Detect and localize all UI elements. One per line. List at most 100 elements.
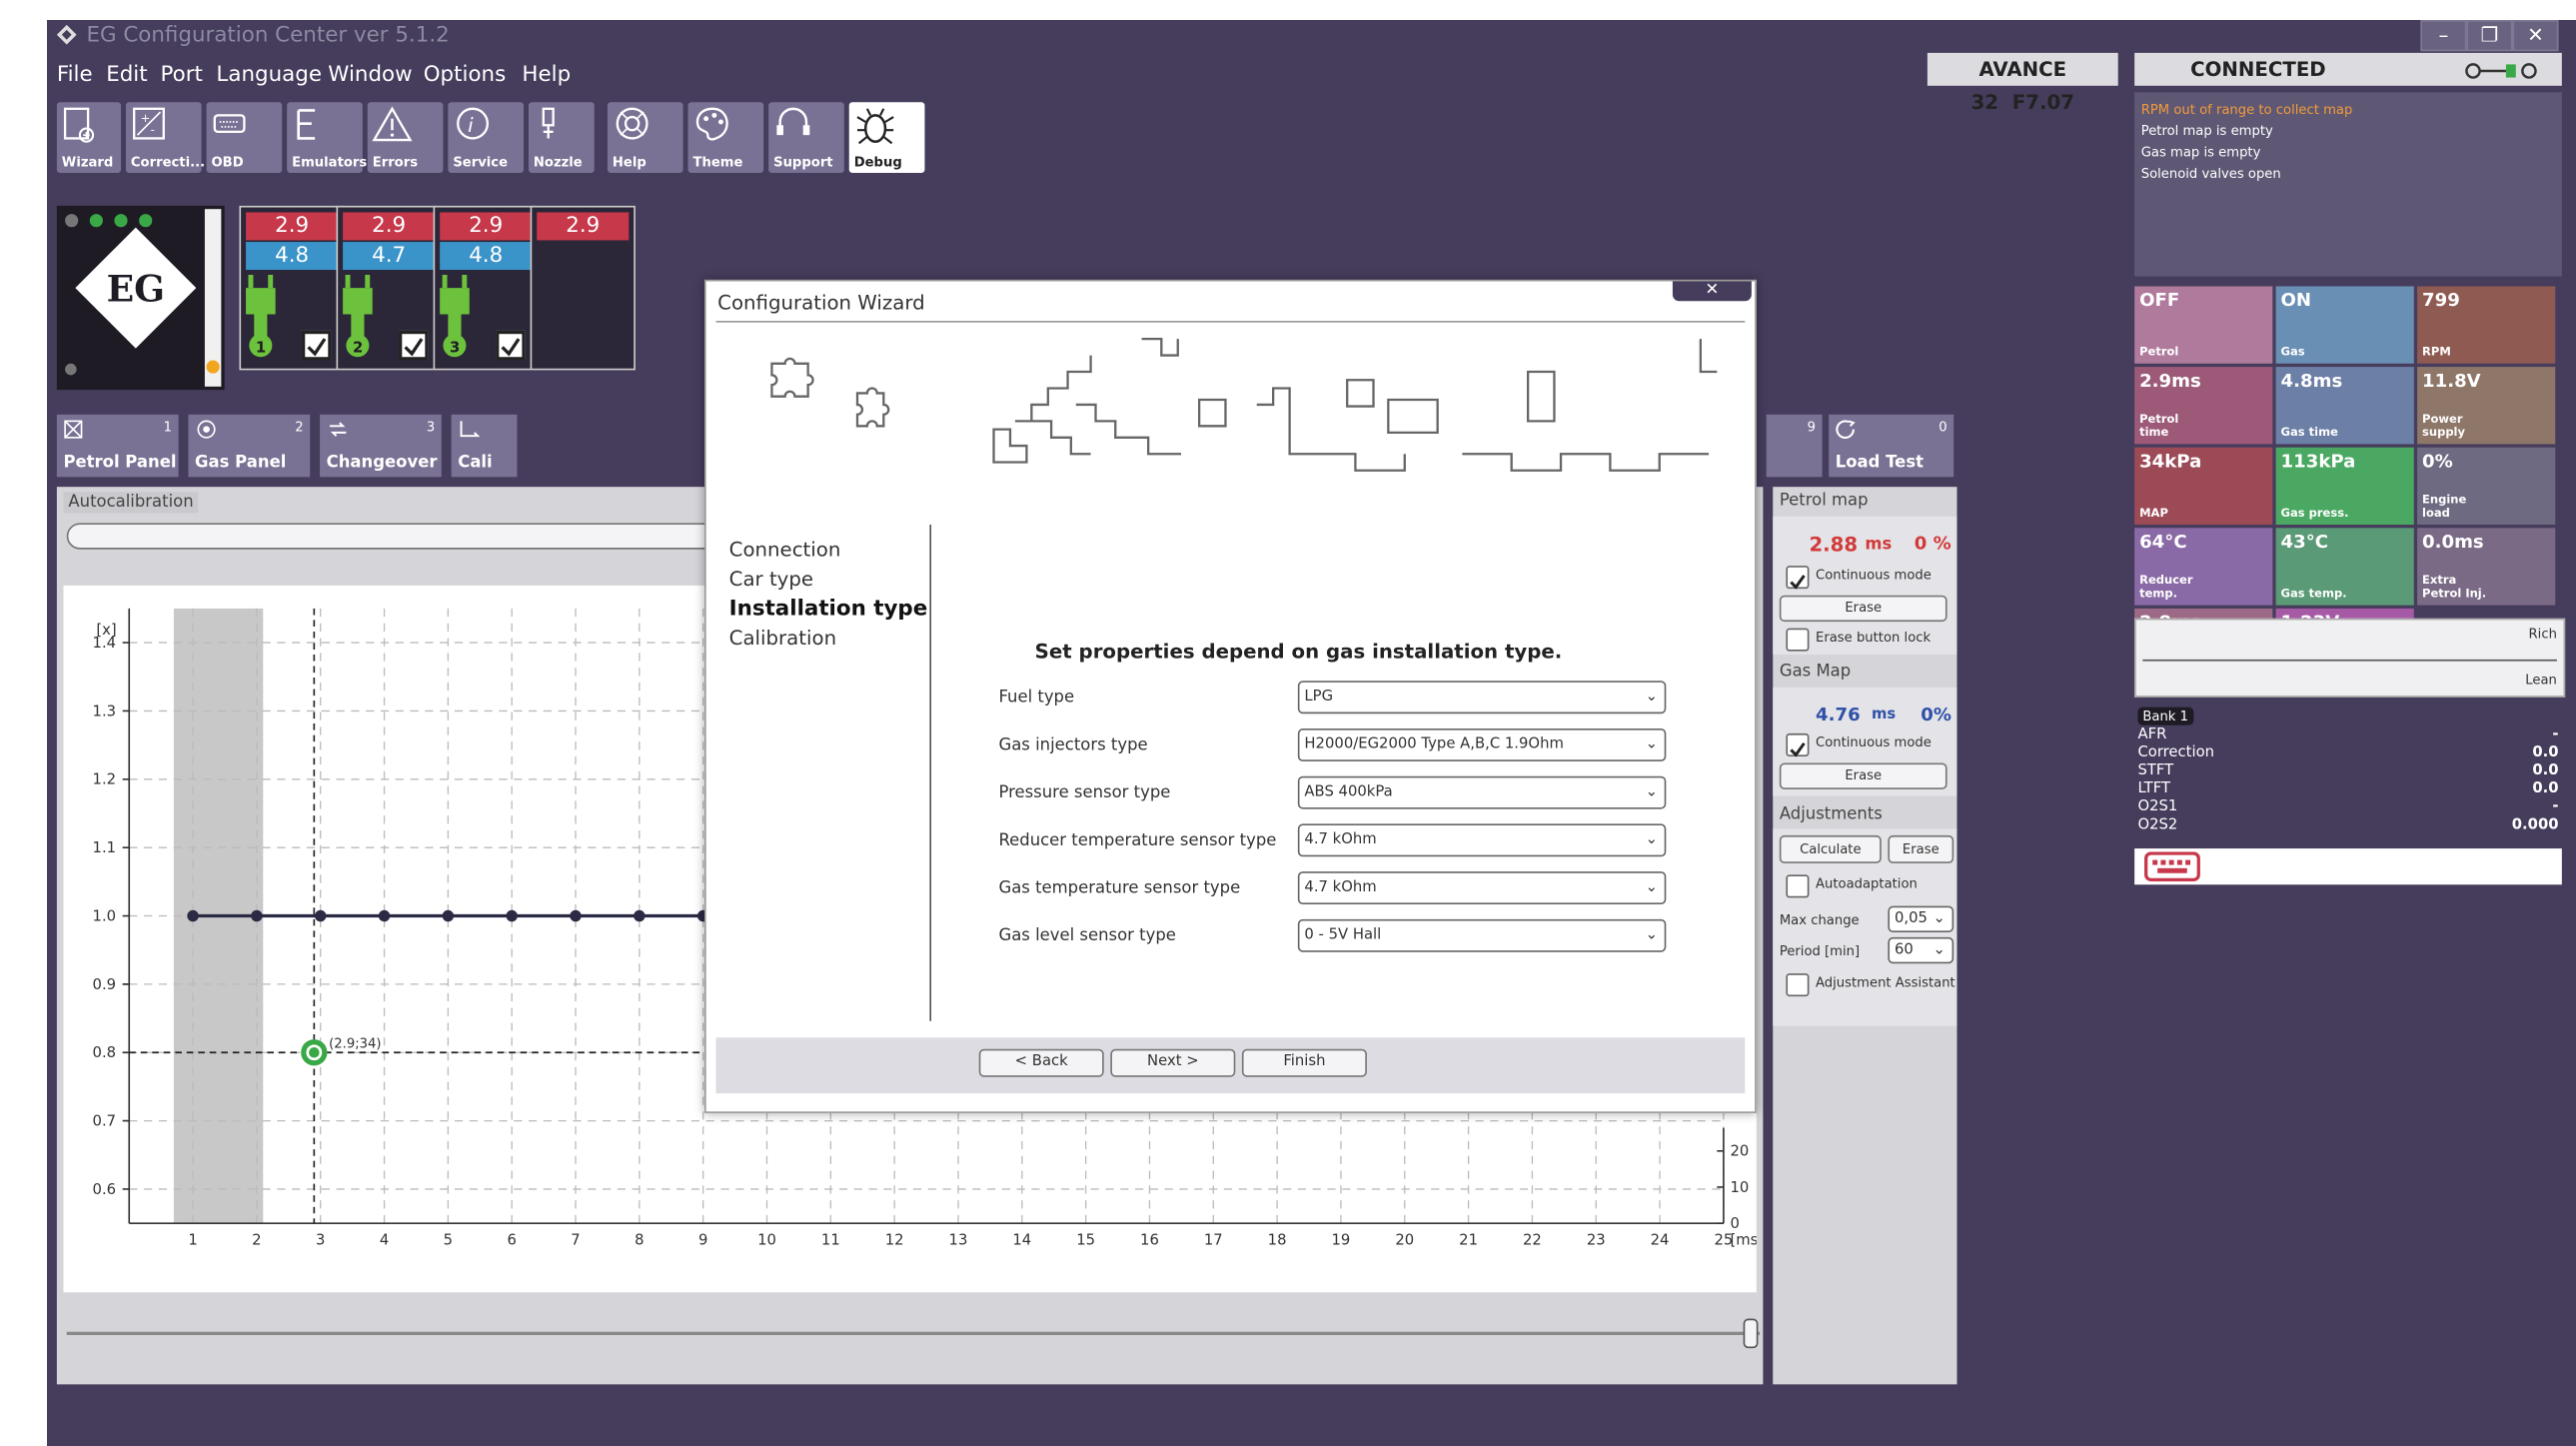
chevron-down-icon: ⌄ bbox=[1645, 927, 1659, 944]
reducer-temp-sensor-type-select[interactable]: 4.7 kOhm ⌄ bbox=[1297, 823, 1667, 857]
ecu-status-panel: EG bbox=[56, 205, 225, 391]
gas-map-unit: ms bbox=[1871, 707, 1897, 724]
tab-gas-panel[interactable]: 2 Gas Panel bbox=[188, 414, 311, 478]
tab-label: Load Test bbox=[1835, 454, 1924, 473]
tab-label: Gas Panel bbox=[195, 454, 287, 473]
connection-status[interactable]: CONNECTED bbox=[2134, 52, 2562, 86]
load-test-icon bbox=[1836, 420, 1856, 439]
lambda-lean-label: Lean bbox=[2525, 673, 2557, 688]
menu-port[interactable]: Port bbox=[161, 63, 203, 88]
maximize-button[interactable]: ❐ bbox=[2466, 20, 2513, 52]
autoadaptation-checkbox[interactable] bbox=[1786, 874, 1810, 898]
toolbar-emulators-button[interactable]: Emulators bbox=[287, 102, 367, 173]
toolbar-obd-button[interactable]: OBD bbox=[206, 102, 283, 173]
cursor-marker bbox=[301, 1039, 328, 1066]
status-message: RPM out of range to collect map bbox=[2140, 102, 2353, 118]
bank-title: Bank 1 bbox=[2137, 707, 2193, 725]
tile-label: Petrol bbox=[2139, 345, 2179, 359]
max-change-select[interactable]: 0,05 ⌄ bbox=[1888, 905, 1954, 932]
help-icon bbox=[616, 107, 648, 140]
tab-label: Petrol Panel bbox=[63, 454, 177, 473]
menu-edit[interactable]: Edit bbox=[106, 63, 147, 88]
petrol-map-erase-button[interactable]: Erase bbox=[1779, 595, 1947, 623]
close-button[interactable]: ✕ bbox=[2512, 20, 2559, 52]
eg-logo: EG bbox=[106, 268, 166, 312]
tile-value: 43°C bbox=[2280, 531, 2329, 553]
gas-injector-icon: 1 bbox=[246, 274, 276, 358]
toolbar-help-button[interactable]: Help bbox=[607, 102, 683, 173]
tile-label: Gas press. bbox=[2280, 506, 2349, 521]
wizard-finish-button[interactable]: Finish bbox=[1241, 1048, 1367, 1077]
menu-file[interactable]: File bbox=[57, 63, 93, 88]
y-axis-label: [x] bbox=[96, 622, 116, 639]
zoom-slider-handle[interactable] bbox=[1743, 1318, 1759, 1349]
petrol-continuous-label: Continuous mode bbox=[1816, 567, 1932, 583]
tab-calibration[interactable]: Cali bbox=[451, 414, 518, 478]
adjustments-erase-button[interactable]: Erase bbox=[1888, 834, 1954, 863]
injector-cylinder-4[interactable]: 2.9 bbox=[530, 205, 636, 375]
wizard-step-calibration[interactable]: Calibration bbox=[729, 627, 836, 650]
pressure-sensor-type-select[interactable]: ABS 400kPa ⌄ bbox=[1297, 775, 1667, 809]
toolbar-correction-button[interactable]: + - Correcti... bbox=[125, 102, 205, 173]
series-point bbox=[570, 909, 582, 922]
checkmark-icon bbox=[1790, 575, 1806, 590]
keyboard-icon[interactable] bbox=[2144, 851, 2200, 881]
wizard-close-button[interactable]: ✕ bbox=[1672, 281, 1752, 302]
tab-changeover[interactable]: 3 Changeover bbox=[320, 414, 442, 478]
wizard-step-car-type[interactable]: Car type bbox=[729, 568, 813, 591]
gas-map-erase-button[interactable]: Erase bbox=[1779, 762, 1947, 789]
gas-continuous-checkbox[interactable] bbox=[1786, 732, 1810, 757]
app-logo-icon bbox=[56, 24, 77, 45]
chevron-down-icon: ⌄ bbox=[1645, 879, 1659, 896]
toolbar-support-button[interactable]: Support bbox=[768, 102, 844, 173]
x-axis-unit: [ms] bbox=[1730, 1232, 1756, 1249]
toolbar-errors-button[interactable]: Errors bbox=[367, 102, 444, 173]
parameter-tile: 0% Engine load bbox=[2417, 447, 2556, 526]
debug-icon bbox=[856, 108, 894, 145]
adjustment-assistant-checkbox[interactable] bbox=[1786, 973, 1810, 997]
tab-load-test[interactable]: 0 Load Test bbox=[1829, 414, 1954, 478]
petrol-continuous-checkbox[interactable] bbox=[1786, 566, 1810, 590]
gas-temp-sensor-type-select[interactable]: 4.7 kOhm ⌄ bbox=[1297, 871, 1667, 905]
toolbar-service-button[interactable]: i Service bbox=[448, 102, 525, 173]
menu-window[interactable]: Window bbox=[328, 63, 412, 88]
toolbar-wizard-button[interactable]: Wizard bbox=[56, 102, 122, 173]
wizard-next-button[interactable]: Next > bbox=[1110, 1048, 1236, 1077]
menu-help[interactable]: Help bbox=[522, 63, 571, 88]
tile-label: Power supply bbox=[2422, 413, 2466, 440]
minimize-button[interactable]: – bbox=[2420, 20, 2467, 52]
toolbar-theme-button[interactable]: Theme bbox=[687, 102, 764, 173]
calculate-button[interactable]: Calculate bbox=[1779, 834, 1882, 863]
injector-cylinder-2[interactable]: 2.9 4.7 2 bbox=[336, 205, 442, 375]
erase-button-lock-checkbox[interactable] bbox=[1786, 628, 1810, 652]
period-select[interactable]: 60 ⌄ bbox=[1888, 936, 1954, 964]
injector-enable-checkbox[interactable] bbox=[496, 330, 526, 361]
autocalibration-title: Autocalibration bbox=[63, 492, 199, 514]
menu-language[interactable]: Language bbox=[216, 63, 322, 88]
wizard-title-divider bbox=[715, 321, 1746, 323]
injector-enable-checkbox[interactable] bbox=[301, 330, 332, 361]
injector-cylinder-3[interactable]: 2.9 4.8 3 bbox=[433, 205, 539, 375]
toolbar-nozzle-button[interactable]: Nozzle bbox=[528, 102, 595, 173]
status-message: Solenoid valves open bbox=[2140, 166, 2281, 182]
zoom-slider-track[interactable] bbox=[66, 1331, 1761, 1335]
gas-level-sensor-type-select[interactable]: 0 - 5V Hall ⌄ bbox=[1297, 918, 1667, 952]
toolbar-debug-button[interactable]: Debug bbox=[848, 102, 925, 173]
tile-label: RPM bbox=[2422, 345, 2451, 359]
y-tick-label: 1.0 bbox=[93, 907, 117, 924]
menu-options[interactable]: Options bbox=[424, 63, 507, 88]
injector-enable-checkbox[interactable] bbox=[399, 330, 429, 361]
tab-9[interactable]: 9 bbox=[1766, 414, 1823, 478]
right-tick-label: 0 bbox=[1730, 1215, 1739, 1232]
injector-number: 2 bbox=[353, 339, 363, 356]
gas-injectors-type-select[interactable]: H2000/EG2000 Type A,B,C 1.9Ohm ⌄ bbox=[1297, 727, 1667, 761]
wizard-step-installation-type[interactable]: Installation type bbox=[729, 597, 928, 622]
wizard-back-button[interactable]: < Back bbox=[978, 1048, 1104, 1077]
x-tick-label: 24 bbox=[1651, 1232, 1670, 1249]
fuel-type-select[interactable]: LPG ⌄ bbox=[1297, 681, 1667, 715]
gas-injectors-type-label: Gas injectors type bbox=[998, 736, 1148, 755]
tab-petrol-panel[interactable]: 1 Petrol Panel bbox=[56, 414, 179, 478]
wizard-step-connection[interactable]: Connection bbox=[729, 538, 841, 561]
injector-cylinder-1[interactable]: 2.9 4.8 1 bbox=[239, 205, 345, 375]
tile-label: Petrol time bbox=[2139, 413, 2179, 440]
